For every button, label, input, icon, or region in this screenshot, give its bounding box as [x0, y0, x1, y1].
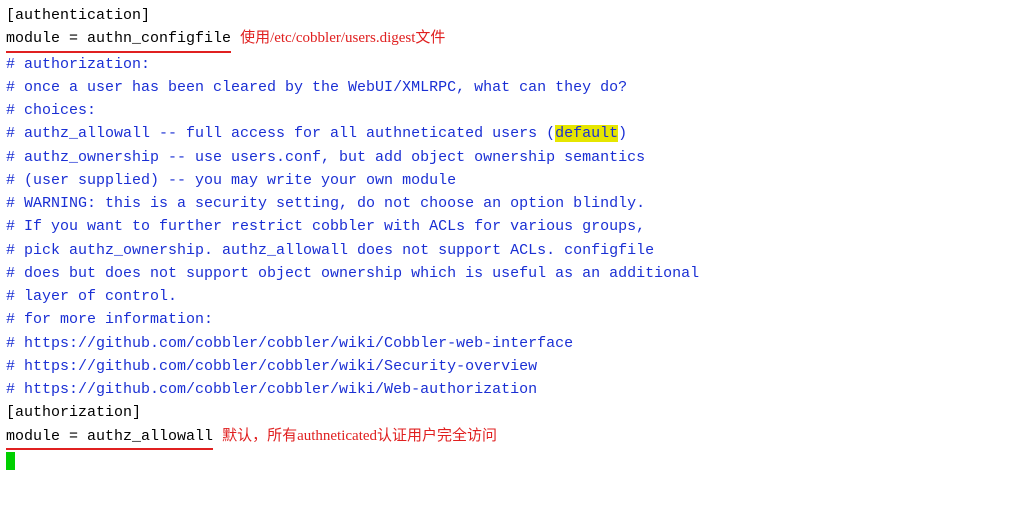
- comment-line: # pick authz_ownership. authz_allowall d…: [6, 239, 1015, 262]
- comment-text: ): [618, 125, 627, 142]
- module-authz-code: module = authz_allowall: [6, 425, 213, 450]
- module-authn-line: module = authn_configfile 使用/etc/cobbler…: [6, 27, 1015, 52]
- section-authentication: [authentication]: [6, 4, 1015, 27]
- comment-line: # WARNING: this is a security setting, d…: [6, 192, 1015, 215]
- highlight-default: default: [555, 125, 618, 142]
- module-authz-line: module = authz_allowall 默认，所有authneticat…: [6, 425, 1015, 450]
- comment-line: # does but does not support object owner…: [6, 262, 1015, 285]
- comment-line: # https://github.com/cobbler/cobbler/wik…: [6, 332, 1015, 355]
- comment-line: # authz_allowall -- full access for all …: [6, 122, 1015, 145]
- comment-line: # layer of control.: [6, 285, 1015, 308]
- cursor-icon: [6, 452, 15, 470]
- comment-line: # for more information:: [6, 308, 1015, 331]
- comment-line: # once a user has been cleared by the We…: [6, 76, 1015, 99]
- cursor-line: [6, 450, 1015, 473]
- comment-line: # authorization:: [6, 53, 1015, 76]
- comment-line: # choices:: [6, 99, 1015, 122]
- comment-text: # authz_allowall -- full access for all …: [6, 125, 555, 142]
- section-authorization: [authorization]: [6, 401, 1015, 424]
- annotation-allowall: 默认，所有authneticated认证用户完全访问: [222, 428, 497, 444]
- comment-line: # (user supplied) -- you may write your …: [6, 169, 1015, 192]
- comment-line: # If you want to further restrict cobble…: [6, 215, 1015, 238]
- comment-line: # https://github.com/cobbler/cobbler/wik…: [6, 355, 1015, 378]
- comment-line: # authz_ownership -- use users.conf, but…: [6, 146, 1015, 169]
- module-authn-code: module = authn_configfile: [6, 27, 231, 52]
- annotation-digest: 使用/etc/cobbler/users.digest文件: [240, 30, 445, 46]
- comment-line: # https://github.com/cobbler/cobbler/wik…: [6, 378, 1015, 401]
